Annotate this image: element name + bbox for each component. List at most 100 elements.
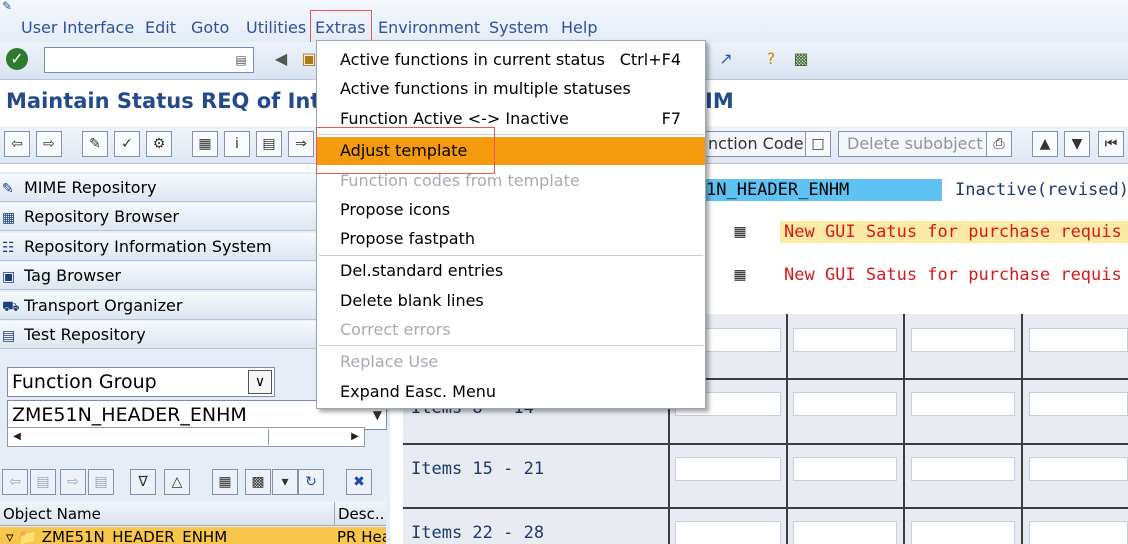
- scroll-down-icon[interactable]: ▼: [1064, 131, 1090, 157]
- help-icon[interactable]: ?: [760, 48, 782, 70]
- horizontal-scrollbar[interactable]: ◀ ▶: [7, 427, 365, 447]
- scroll-up-icon[interactable]: ▲: [1032, 131, 1058, 157]
- menu-delete-blank-lines[interactable]: Delete blank lines: [317, 287, 705, 315]
- activate-icon[interactable]: ⚙: [146, 131, 172, 157]
- grid-cell[interactable]: [793, 521, 897, 544]
- where-used-icon[interactable]: ▦: [192, 131, 218, 157]
- scroll-thumb[interactable]: [268, 429, 284, 445]
- request-description: New GUI Satus for purchase requis: [784, 265, 1122, 285]
- menu-entry-label: Active functions in multiple statuses: [340, 79, 631, 98]
- grid-cell[interactable]: [911, 328, 1015, 352]
- enter-check-icon[interactable]: ✓: [6, 48, 28, 70]
- menu-active-functions-multiple[interactable]: Active functions in multiple statuses: [317, 75, 705, 103]
- status-name-field[interactable]: 1N_HEADER_ENHM: [704, 179, 942, 201]
- grid-cell[interactable]: [1029, 521, 1128, 544]
- grid-cell[interactable]: [1029, 328, 1128, 352]
- settings-dropdown-icon[interactable]: ▾: [272, 469, 298, 495]
- request-hierarchy-icon[interactable]: ▦: [728, 264, 752, 286]
- menu-goto[interactable]: Goto: [191, 17, 229, 39]
- document-icon[interactable]: □: [805, 131, 831, 157]
- menu-propose-icons[interactable]: Propose icons: [317, 196, 705, 224]
- menu-entry-label: Function Active <-> Inactive: [340, 109, 569, 128]
- refresh-icon[interactable]: ↻: [298, 469, 324, 495]
- check-icon[interactable]: ✓: [114, 131, 140, 157]
- nav-forward-icon[interactable]: ⇨: [60, 469, 86, 495]
- menu-active-functions-current[interactable]: Active functions in current status Ctrl+…: [317, 46, 705, 74]
- grid-cell[interactable]: [793, 392, 897, 416]
- tree-column-header: Object Name Desc...: [0, 502, 386, 526]
- page-title-end: IM: [705, 89, 734, 113]
- menu-separator: [319, 134, 703, 135]
- window-menu-icon[interactable]: ✎: [2, 0, 16, 12]
- menu-adjust-template[interactable]: Adjust template: [317, 137, 705, 165]
- grid-cell[interactable]: [793, 328, 897, 352]
- nav-back-icon[interactable]: ⇦: [2, 469, 28, 495]
- hierarchy-icon[interactable]: ▦: [212, 469, 238, 495]
- menu-correct-errors[interactable]: Correct errors: [317, 316, 705, 344]
- menu-del-standard-entries[interactable]: Del.standard entries: [317, 257, 705, 285]
- menu-utilities[interactable]: Utilities: [246, 17, 306, 39]
- chevron-down-icon[interactable]: ∨: [248, 370, 272, 394]
- menu-entry-label: Expand Easc. Menu: [340, 382, 497, 401]
- tree-row[interactable]: ▿ 📁 ZME51N_HEADER_ENHM PR Hea: [0, 527, 386, 544]
- edit-pencil-icon[interactable]: ✎: [82, 131, 108, 157]
- object-type-value: Function Group: [12, 371, 157, 393]
- menu-edit[interactable]: Edit: [145, 17, 176, 39]
- menu-replace-use[interactable]: Replace Use: [317, 348, 705, 376]
- expand-icon[interactable]: ∇: [130, 469, 156, 495]
- menu-separator: [319, 345, 703, 346]
- function-code-button[interactable]: nction Code: [700, 131, 813, 157]
- grid-cell[interactable]: [675, 457, 781, 481]
- menu-shortcut: F7: [661, 109, 681, 128]
- back-arrow-icon[interactable]: ⇦: [4, 131, 30, 157]
- menu-entry-label: Active functions in current status: [340, 50, 605, 69]
- tree-row-name-text: ZME51N_HEADER_ENHM: [41, 528, 228, 544]
- object-type-select[interactable]: Function Group ∨: [7, 367, 275, 397]
- scroll-right-icon[interactable]: ▶: [347, 429, 363, 445]
- column-object-name[interactable]: Object Name: [3, 502, 101, 526]
- menu-user-interface[interactable]: User Interface: [21, 17, 134, 39]
- menu-entry-label: Function codes from template: [340, 171, 580, 190]
- column-description[interactable]: Desc...: [334, 502, 386, 526]
- close-icon[interactable]: ✖: [346, 469, 372, 495]
- command-history-icon[interactable]: ▤: [231, 50, 251, 70]
- info-icon[interactable]: i: [224, 131, 250, 157]
- menu-help[interactable]: Help: [561, 17, 597, 39]
- object-name-value: ZME51N_HEADER_ENHM: [12, 404, 247, 426]
- grid-cell[interactable]: [911, 521, 1015, 544]
- request-hierarchy-icon[interactable]: ▦: [728, 221, 752, 243]
- menu-function-active-toggle[interactable]: Function Active <-> Inactive F7: [317, 105, 705, 133]
- grid-cell[interactable]: [793, 457, 897, 481]
- forward-arrow-icon[interactable]: ⇨: [36, 131, 62, 157]
- back-nav-icon[interactable]: ◀: [270, 48, 292, 70]
- menu-system[interactable]: System: [489, 17, 549, 39]
- settings-icon[interactable]: ▩: [245, 469, 271, 495]
- nav-forward-list-icon[interactable]: ▤: [88, 469, 114, 495]
- menu-propose-fastpath[interactable]: Propose fastpath: [317, 225, 705, 253]
- nav-back-list-icon[interactable]: ▤: [30, 469, 56, 495]
- new-session-icon[interactable]: ↗: [715, 48, 737, 70]
- tree-row-name: ▿ 📁 ZME51N_HEADER_ENHM: [6, 528, 228, 544]
- grid-cell[interactable]: [911, 392, 1015, 416]
- delete-subobject-button[interactable]: Delete subobject: [838, 131, 992, 157]
- nav-link-label: Transport Organizer: [24, 296, 183, 315]
- collapse-icon[interactable]: △: [164, 469, 190, 495]
- first-page-icon[interactable]: ⏮: [1098, 131, 1124, 157]
- layout-menu-icon[interactable]: ▩: [790, 48, 812, 70]
- menu-function-codes-from-template[interactable]: Function codes from template: [317, 167, 705, 195]
- other-object-icon[interactable]: ⇒: [288, 131, 314, 157]
- print-icon[interactable]: ⎙: [986, 131, 1012, 157]
- scroll-left-icon[interactable]: ◀: [9, 429, 25, 445]
- grid-cell[interactable]: [1029, 457, 1128, 481]
- navigator-toolbar: ⇦ ▤ ⇨ ▤ ∇ △ ▦ ▩ ▾ ↻ ✖: [0, 466, 386, 498]
- menu-entry-label: Propose icons: [340, 200, 451, 219]
- display-object-icon[interactable]: ▤: [256, 131, 282, 157]
- grid-cell[interactable]: [911, 457, 1015, 481]
- command-field[interactable]: ▤: [44, 47, 254, 73]
- nav-link-label: MIME Repository: [24, 178, 157, 197]
- menu-expand-easc-menu[interactable]: Expand Easc. Menu: [317, 378, 705, 406]
- menu-environment[interactable]: Environment: [378, 17, 480, 39]
- grid-cell[interactable]: [675, 521, 781, 544]
- grid-cell[interactable]: [1029, 392, 1128, 416]
- nav-link-label: Test Repository: [24, 325, 146, 344]
